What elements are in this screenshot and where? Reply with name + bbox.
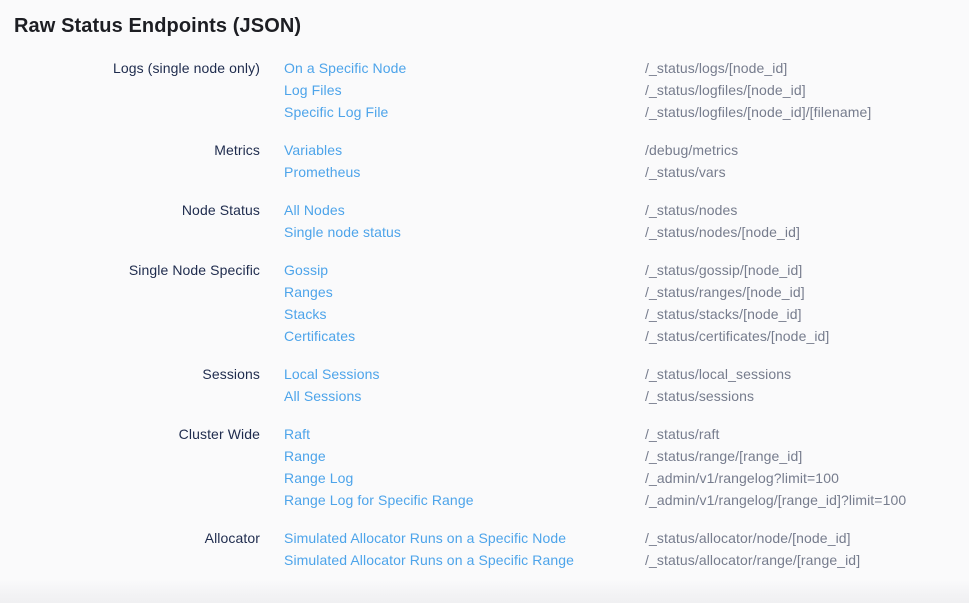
endpoint-path: /_status/allocator/range/[range_id] <box>645 549 955 571</box>
category-label <box>14 101 260 123</box>
endpoint-path: /_status/sessions <box>645 385 955 407</box>
endpoint-path: /_admin/v1/rangelog/[range_id]?limit=100 <box>645 489 955 511</box>
category-label: Node Status <box>14 199 260 221</box>
endpoint-link[interactable]: Range Log for Specific Range <box>284 492 474 508</box>
endpoint-link-cell: Specific Log File <box>284 101 621 123</box>
page-title: Raw Status Endpoints (JSON) <box>14 13 955 39</box>
category-label: Logs (single node only) <box>14 57 260 79</box>
category-label <box>14 325 260 347</box>
endpoint-row: Single Node Specific Gossip /_status/gos… <box>14 259 955 281</box>
endpoint-link[interactable]: Variables <box>284 142 342 158</box>
endpoint-row: Logs (single node only) On a Specific No… <box>14 57 955 79</box>
endpoint-row: Simulated Allocator Runs on a Specific R… <box>14 549 955 571</box>
category-label: Sessions <box>14 363 260 385</box>
endpoint-link-cell: Variables <box>284 139 621 161</box>
endpoint-link-cell: Prometheus <box>284 161 621 183</box>
endpoint-link[interactable]: Log Files <box>284 82 342 98</box>
category-label <box>14 489 260 511</box>
endpoint-link[interactable]: Local Sessions <box>284 366 380 382</box>
endpoint-link[interactable]: All Nodes <box>284 202 345 218</box>
endpoint-link[interactable]: Prometheus <box>284 164 360 180</box>
endpoint-link-cell: Gossip <box>284 259 621 281</box>
endpoint-link-cell: Range Log <box>284 467 621 489</box>
endpoint-link[interactable]: Range <box>284 448 326 464</box>
endpoint-link-cell: Raft <box>284 423 621 445</box>
endpoint-row: Node Status All Nodes /_status/nodes <box>14 199 955 221</box>
endpoint-link-cell: Simulated Allocator Runs on a Specific R… <box>284 549 621 571</box>
endpoint-link[interactable]: Simulated Allocator Runs on a Specific N… <box>284 530 566 546</box>
category-label <box>14 281 260 303</box>
endpoint-row: Range Log for Specific Range /_admin/v1/… <box>14 489 955 511</box>
endpoint-link-cell: Stacks <box>284 303 621 325</box>
endpoint-path: /_status/nodes/[node_id] <box>645 221 955 243</box>
endpoint-row: Sessions Local Sessions /_status/local_s… <box>14 363 955 385</box>
endpoint-link-cell: Range Log for Specific Range <box>284 489 621 511</box>
endpoints-table: Logs (single node only) On a Specific No… <box>14 57 955 571</box>
category-label <box>14 303 260 325</box>
category-label <box>14 79 260 101</box>
debug-page: Raw Status Endpoints (JSON) Logs (single… <box>0 0 969 571</box>
endpoint-path: /_status/gossip/[node_id] <box>645 259 955 281</box>
endpoint-path: /_status/certificates/[node_id] <box>645 325 955 347</box>
category-label: Metrics <box>14 139 260 161</box>
endpoint-path: /_admin/v1/rangelog?limit=100 <box>645 467 955 489</box>
endpoint-row: Cluster Wide Raft /_status/raft <box>14 423 955 445</box>
endpoint-link-cell: Simulated Allocator Runs on a Specific N… <box>284 527 621 549</box>
endpoint-path: /_status/allocator/node/[node_id] <box>645 527 955 549</box>
endpoint-row: Single node status /_status/nodes/[node_… <box>14 221 955 243</box>
endpoint-row: Range /_status/range/[range_id] <box>14 445 955 467</box>
endpoint-row: Range Log /_admin/v1/rangelog?limit=100 <box>14 467 955 489</box>
endpoint-link-cell: Ranges <box>284 281 621 303</box>
endpoint-row: Log Files /_status/logfiles/[node_id] <box>14 79 955 101</box>
endpoint-row: Stacks /_status/stacks/[node_id] <box>14 303 955 325</box>
category-label <box>14 467 260 489</box>
category-label <box>14 445 260 467</box>
endpoint-link-cell: All Sessions <box>284 385 621 407</box>
category-label <box>14 549 260 571</box>
category-label <box>14 161 260 183</box>
endpoint-row: Specific Log File /_status/logfiles/[nod… <box>14 101 955 123</box>
endpoint-link-cell: Log Files <box>284 79 621 101</box>
category-label: Cluster Wide <box>14 423 260 445</box>
endpoint-path: /_status/range/[range_id] <box>645 445 955 467</box>
endpoint-link[interactable]: Gossip <box>284 262 328 278</box>
endpoint-row: All Sessions /_status/sessions <box>14 385 955 407</box>
category-label: Allocator <box>14 527 260 549</box>
endpoint-path: /_status/stacks/[node_id] <box>645 303 955 325</box>
endpoint-row: Ranges /_status/ranges/[node_id] <box>14 281 955 303</box>
endpoint-path: /_status/ranges/[node_id] <box>645 281 955 303</box>
category-label: Single Node Specific <box>14 259 260 281</box>
endpoint-row: Allocator Simulated Allocator Runs on a … <box>14 527 955 549</box>
endpoint-path: /_status/logfiles/[node_id] <box>645 79 955 101</box>
endpoint-link-cell: On a Specific Node <box>284 57 621 79</box>
endpoint-link[interactable]: Raft <box>284 426 310 442</box>
endpoint-link[interactable]: Certificates <box>284 328 355 344</box>
endpoint-link-cell: Local Sessions <box>284 363 621 385</box>
endpoint-link-cell: Range <box>284 445 621 467</box>
endpoint-path: /_status/logs/[node_id] <box>645 57 955 79</box>
endpoint-link[interactable]: On a Specific Node <box>284 60 406 76</box>
endpoint-path: /_status/logfiles/[node_id]/[filename] <box>645 101 955 123</box>
endpoint-link[interactable]: Specific Log File <box>284 104 388 120</box>
endpoint-path: /_status/raft <box>645 423 955 445</box>
endpoint-path: /_status/local_sessions <box>645 363 955 385</box>
endpoint-path: /_status/nodes <box>645 199 955 221</box>
endpoint-link-cell: All Nodes <box>284 199 621 221</box>
category-label <box>14 385 260 407</box>
endpoint-link[interactable]: Ranges <box>284 284 333 300</box>
endpoint-row: Certificates /_status/certificates/[node… <box>14 325 955 347</box>
endpoint-link[interactable]: Range Log <box>284 470 353 486</box>
endpoint-path: /debug/metrics <box>645 139 955 161</box>
endpoint-link[interactable]: Simulated Allocator Runs on a Specific R… <box>284 552 574 568</box>
endpoint-row: Metrics Variables /debug/metrics <box>14 139 955 161</box>
category-label <box>14 221 260 243</box>
endpoint-row: Prometheus /_status/vars <box>14 161 955 183</box>
endpoint-path: /_status/vars <box>645 161 955 183</box>
endpoint-link[interactable]: All Sessions <box>284 388 361 404</box>
endpoint-link-cell: Certificates <box>284 325 621 347</box>
endpoint-link[interactable]: Stacks <box>284 306 327 322</box>
endpoint-link-cell: Single node status <box>284 221 621 243</box>
endpoint-link[interactable]: Single node status <box>284 224 401 240</box>
